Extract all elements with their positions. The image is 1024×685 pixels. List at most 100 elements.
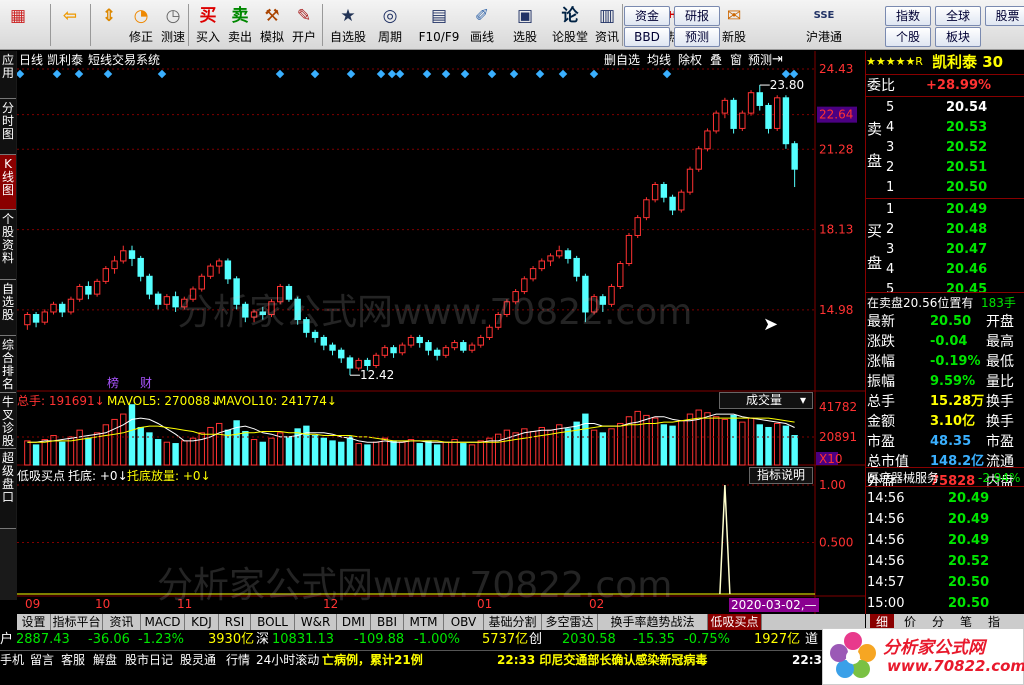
indicator-tab-4[interactable]: KDJ <box>185 614 219 630</box>
vtab-3[interactable]: 个股资料 <box>0 210 16 280</box>
toolbar-stock-button[interactable]: 股票 <box>985 6 1024 26</box>
toolbar-test-button[interactable]: ◷ 测速 <box>158 2 188 48</box>
toolbar-separator <box>188 4 189 46</box>
toolbar-global-button[interactable]: 全球 <box>935 6 981 26</box>
kline-chart[interactable]: 24.43 22.64 21.28 18.13 14.98 23.80 12.42 41782… <box>17 51 865 614</box>
buy-price[interactable]: 20.47 <box>946 240 987 260</box>
chart-opt-4[interactable]: 窗 <box>730 53 742 67</box>
toolbar-watchlist-button[interactable]: ★ 自选股 <box>328 2 368 48</box>
candle-body <box>242 303 249 318</box>
candle-body <box>564 250 572 259</box>
toolbar-period-button[interactable]: ◎ 周期 <box>372 2 408 48</box>
next-icon[interactable]: ⇥ <box>772 53 783 67</box>
status-item-4[interactable]: 股市日记 <box>125 651 173 670</box>
toolbar-draw-button[interactable]: ✐ 画线 <box>464 2 500 48</box>
stat-row: 总手 15.28万 换手 <box>866 392 1024 412</box>
chart-period[interactable]: 日线 <box>19 53 43 67</box>
finance-marker[interactable]: 财 <box>140 376 152 390</box>
toolbar-forecast-button[interactable]: 预测 <box>674 27 720 47</box>
sector-name[interactable]: 医疗器械服务 <box>867 468 939 488</box>
status-item-1[interactable]: 留言 <box>30 651 54 670</box>
indicator-tab-11[interactable]: OBV <box>444 614 484 630</box>
toolbar-home-button[interactable]: ▦ <box>3 2 33 48</box>
indicator-tab-8[interactable]: DMI <box>337 614 371 630</box>
sell-price[interactable]: 20.51 <box>946 158 987 178</box>
chart-opt-1[interactable]: 均线 <box>647 53 671 67</box>
sell-price[interactable]: 20.54 <box>946 98 987 118</box>
price-axis-label: 21.28 <box>819 142 853 156</box>
chart-opt-0[interactable]: 删自选 <box>604 53 640 67</box>
buy-price[interactable]: 20.49 <box>946 200 987 220</box>
sz-value[interactable]: 10831.13 <box>272 630 334 650</box>
vtab-1[interactable]: 分时图 <box>0 99 16 155</box>
indicator-tab-12[interactable]: 基础分割 <box>484 614 542 630</box>
toolbar-revise-icon: ◔ <box>133 6 149 26</box>
chart-opt-2[interactable]: 除权 <box>678 53 702 67</box>
sh-value[interactable]: 2887.43 <box>16 630 70 650</box>
cy-value[interactable]: 2030.58 <box>562 630 616 650</box>
toolbar-news-button[interactable]: ▥ 资讯 <box>592 2 622 48</box>
sell-price[interactable]: 20.52 <box>946 138 987 158</box>
status-item-5[interactable]: 股灵通 <box>180 651 216 670</box>
status-item-0[interactable]: 手机 <box>0 651 24 670</box>
toolbar-sector-button[interactable]: 板块 <box>935 27 981 47</box>
status-item-6[interactable]: 行情 <box>226 651 250 670</box>
toolbar-sell-button[interactable]: 卖卖出 <box>226 2 254 48</box>
toolbar-newipo-button[interactable]: ✉ 新股 <box>719 2 749 48</box>
indicator-tab-2[interactable]: 资讯 <box>103 614 141 630</box>
toolbar-buy-button[interactable]: 买买入 <box>194 2 222 48</box>
chart-opt-5[interactable]: 预测 <box>748 53 772 67</box>
indicator-tab-15[interactable]: 低吸买点 <box>708 614 762 630</box>
rank-marker[interactable]: 榜 <box>107 376 119 390</box>
indicator-tab-10[interactable]: MTM <box>404 614 444 630</box>
toolbar-research-button[interactable]: 研报 <box>674 6 720 26</box>
buy-price[interactable]: 20.46 <box>946 260 987 280</box>
toolbar-index-button[interactable]: 指数 <box>885 6 931 26</box>
vtab-7[interactable]: 超级盘口 <box>0 449 16 529</box>
vtab-4[interactable]: 自选股 <box>0 280 16 336</box>
sell-price[interactable]: 20.50 <box>946 178 987 198</box>
volume-bar <box>146 432 153 466</box>
toolbar-hkconnect-button[interactable]: SSE 沪港通 <box>804 2 844 48</box>
indicator-tab-5[interactable]: RSI <box>219 614 251 630</box>
indicator-tab-9[interactable]: BBI <box>371 614 404 630</box>
volume-dropdown[interactable]: 成交量 ▾ <box>719 392 813 409</box>
status-item-3[interactable]: 解盘 <box>93 651 117 670</box>
toolbar-fund-button[interactable]: 资金 <box>624 6 670 26</box>
indicator-tab-1[interactable]: 指标平台 <box>51 614 103 630</box>
vtab-0[interactable]: 应用 <box>0 51 16 99</box>
indicator-tab-6[interactable]: BOLL <box>251 614 295 630</box>
toolbar-single-stock-button[interactable]: 个股 <box>885 27 931 47</box>
indicator-tab-3[interactable]: MACD <box>141 614 185 630</box>
indicator-tab-7[interactable]: W&R <box>295 614 337 630</box>
toolbar-open-button[interactable]: ✎ 开户 <box>290 2 318 48</box>
toolbar-f10-button[interactable]: ▤ F10/F9 <box>416 2 462 48</box>
toolbar-simulate-button[interactable]: ⚒ 模拟 <box>258 2 286 48</box>
toolbar-select-button[interactable]: ▣ 选股 <box>507 2 543 48</box>
news-ticker-2[interactable]: 22:33 印尼交通部长确认感染新冠病毒 <box>497 651 707 670</box>
vtab-2[interactable]: K线图 <box>0 155 16 210</box>
toolbar-bbd-button[interactable]: BBD <box>624 27 670 47</box>
chart-opt-3[interactable]: 叠 <box>710 53 722 67</box>
sell-price[interactable]: 20.53 <box>946 118 987 138</box>
vtab-5[interactable]: 综合排名 <box>0 336 16 393</box>
buy-price[interactable]: 20.48 <box>946 220 987 240</box>
indicator-tab-13[interactable]: 多空雷达 <box>542 614 598 630</box>
toolbar-updown-button[interactable]: ⇕ <box>95 2 123 48</box>
toolbar-forum-icon: 论 <box>561 6 579 26</box>
notice-text: 在卖盘20.56位置有 <box>867 296 974 310</box>
status-item-7[interactable]: 24小时滚动 <box>256 651 319 670</box>
indicator-tab-0[interactable]: 设置 <box>17 614 51 630</box>
news-ticker-1[interactable]: 亡病例，累计21例 <box>322 651 423 670</box>
indicator-tab-14[interactable]: 换手率趋势战法 <box>598 614 708 630</box>
vtab-6[interactable]: 牛叉诊股 <box>0 393 16 449</box>
indicator-help-button[interactable]: 指标说明 <box>749 467 813 484</box>
toolbar-back-button[interactable]: ⇦ <box>55 2 85 48</box>
toolbar-open-label: 开户 <box>291 30 316 44</box>
toolbar-revise-button[interactable]: ◔ 修正 <box>126 2 156 48</box>
status-item-2[interactable]: 客服 <box>61 651 85 670</box>
toolbar-forum-button[interactable]: 论论股堂 <box>551 2 589 48</box>
candle-body <box>207 265 214 277</box>
cy-change: -15.35 <box>633 632 675 647</box>
kline-chart-area[interactable]: 24.43 22.64 21.28 18.13 14.98 23.80 12.42 41782… <box>17 51 865 614</box>
